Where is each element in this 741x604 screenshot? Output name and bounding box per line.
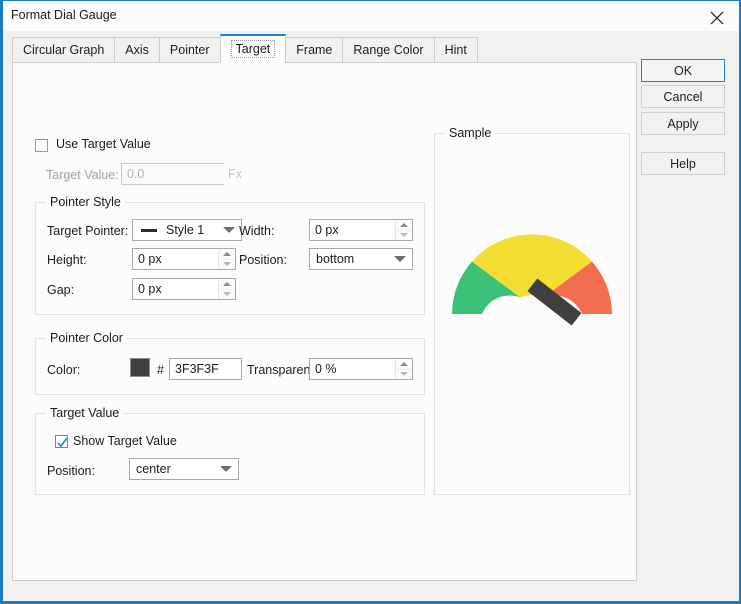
transparency-stepper-buttons (395, 359, 412, 379)
hex-hash-label: # (157, 363, 164, 377)
transparency-stepper[interactable]: 0 % (309, 358, 413, 380)
target-value-text: 0.0 (127, 167, 144, 181)
ok-button[interactable]: OK (641, 59, 725, 82)
apply-button[interactable]: Apply (641, 112, 725, 135)
stepper-down-icon[interactable] (396, 370, 412, 380)
transparency-value: 0 % (310, 359, 395, 379)
stepper-down-icon[interactable] (219, 290, 235, 300)
stepper-up-icon[interactable] (396, 359, 412, 370)
show-target-value-checkbox[interactable] (55, 435, 68, 448)
help-button-label: Help (670, 157, 696, 171)
stepper-up-icon[interactable] (396, 220, 412, 231)
tab-pointer[interactable]: Pointer (159, 37, 221, 63)
target-value-position-label: Position: (47, 464, 95, 478)
sample-group: Sample (434, 133, 630, 495)
target-value-position-combo[interactable]: center (129, 458, 239, 480)
pointer-position-combo[interactable]: bottom (309, 248, 413, 270)
target-tab-panel: Use Target Value Target Value: 0.0 Fx Po… (12, 62, 637, 581)
tab-circular-graph[interactable]: Circular Graph (12, 37, 115, 63)
apply-button-label: Apply (667, 117, 698, 131)
tab-strip: Circular Graph Axis Pointer Target Frame… (12, 34, 477, 63)
line-style-icon (141, 229, 157, 232)
pointer-style-group: Pointer Style Target Pointer: Style 1 Wi… (35, 202, 425, 315)
color-swatch[interactable] (130, 358, 150, 377)
fx-icon[interactable]: Fx (224, 163, 246, 185)
tab-target[interactable]: Target (220, 34, 287, 63)
height-stepper[interactable]: 0 px (132, 248, 236, 270)
stepper-up-icon[interactable] (219, 249, 235, 260)
window-title: Format Dial Gauge (11, 8, 117, 22)
target-value-group-title: Target Value (46, 406, 123, 420)
target-value-position-value: center (130, 462, 214, 476)
target-pointer-value: Style 1 (166, 223, 204, 237)
tab-label: Frame (296, 43, 332, 57)
color-hex-input[interactable]: 3F3F3F (169, 358, 242, 380)
sample-title: Sample (445, 126, 495, 140)
fx-label: Fx (228, 167, 242, 181)
tab-label: Range Color (353, 43, 423, 57)
pointer-position-label: Position: (239, 253, 287, 267)
width-stepper[interactable]: 0 px (309, 219, 413, 241)
cancel-button-label: Cancel (664, 90, 703, 104)
width-label: Width: (239, 224, 274, 238)
stepper-down-icon[interactable] (219, 260, 235, 270)
use-target-value-checkbox[interactable] (35, 139, 48, 152)
help-button[interactable]: Help (641, 152, 725, 175)
height-label: Height: (47, 253, 87, 267)
use-target-value-label: Use Target Value (56, 137, 151, 151)
tab-axis[interactable]: Axis (114, 37, 160, 63)
chevron-down-icon[interactable] (214, 459, 238, 479)
ok-button-label: OK (674, 64, 692, 78)
pointer-position-value: bottom (310, 252, 388, 266)
target-value-input[interactable]: 0.0 (121, 163, 236, 185)
tab-label: Pointer (170, 43, 210, 57)
dialog-window: Format Dial Gauge Circular Graph Axis Po… (0, 0, 741, 604)
tab-hint[interactable]: Hint (434, 37, 478, 63)
gap-stepper-buttons (218, 279, 235, 299)
sample-gauge (448, 206, 616, 326)
stepper-down-icon[interactable] (396, 231, 412, 241)
target-value-label: Target Value: (46, 168, 119, 182)
cancel-button[interactable]: Cancel (641, 85, 725, 108)
gap-label: Gap: (47, 283, 74, 297)
target-pointer-label: Target Pointer: (47, 224, 128, 238)
height-stepper-buttons (218, 249, 235, 269)
title-bar: Format Dial Gauge (3, 1, 739, 31)
tab-frame[interactable]: Frame (285, 37, 343, 63)
close-glyph (710, 11, 724, 25)
width-value: 0 px (310, 220, 395, 240)
tab-label: Target (231, 40, 276, 58)
gap-value: 0 px (133, 279, 218, 299)
color-hex-value: 3F3F3F (175, 362, 219, 376)
close-icon[interactable] (694, 1, 739, 30)
target-pointer-value-wrap: Style 1 (133, 223, 217, 237)
pointer-style-title: Pointer Style (46, 195, 125, 209)
color-label: Color: (47, 363, 80, 377)
pointer-color-group: Pointer Color Color: # 3F3F3F Transparen… (35, 338, 425, 395)
target-pointer-combo[interactable]: Style 1 (132, 219, 242, 241)
chevron-down-icon[interactable] (388, 249, 412, 269)
tab-label: Circular Graph (23, 43, 104, 57)
gap-stepper[interactable]: 0 px (132, 278, 236, 300)
target-value-group: Target Value Show Target Value Position:… (35, 413, 425, 495)
pointer-color-title: Pointer Color (46, 331, 127, 345)
width-stepper-buttons (395, 220, 412, 240)
tab-range-color[interactable]: Range Color (342, 37, 434, 63)
tab-label: Axis (125, 43, 149, 57)
chevron-down-icon[interactable] (217, 220, 241, 240)
show-target-value-label: Show Target Value (73, 434, 177, 448)
stepper-up-icon[interactable] (219, 279, 235, 290)
gauge-svg (448, 206, 616, 326)
check-icon (57, 437, 68, 448)
height-value: 0 px (133, 249, 218, 269)
tab-label: Hint (445, 43, 467, 57)
